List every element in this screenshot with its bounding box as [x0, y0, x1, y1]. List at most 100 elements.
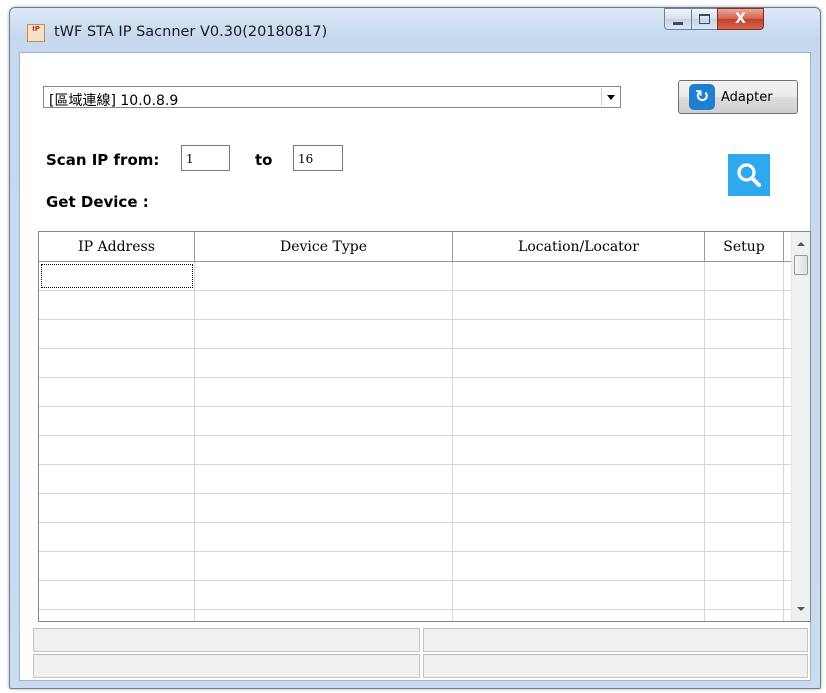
table-cell[interactable]	[453, 320, 705, 348]
column-header-ip-address[interactable]: IP Address	[39, 232, 195, 261]
table-cell[interactable]	[195, 378, 453, 406]
adapter-button-label: Adapter	[721, 89, 773, 105]
table-row[interactable]	[39, 581, 792, 610]
scan-to-label: to	[255, 151, 273, 169]
table-cell[interactable]	[39, 407, 195, 435]
scroll-thumb[interactable]	[794, 255, 808, 275]
search-button[interactable]	[728, 154, 770, 196]
status-panel	[33, 628, 420, 652]
table-cell[interactable]	[453, 610, 705, 621]
scan-to-input[interactable]: 16	[293, 145, 343, 171]
column-header-location[interactable]: Location/Locator	[453, 232, 705, 261]
table-row[interactable]	[39, 552, 792, 581]
table-cell[interactable]	[453, 494, 705, 522]
table-cell[interactable]	[39, 523, 195, 551]
vertical-scrollbar[interactable]	[791, 232, 810, 621]
table-cell[interactable]	[705, 262, 784, 290]
table-cell[interactable]	[705, 523, 784, 551]
table-cell[interactable]	[705, 320, 784, 348]
minimize-button[interactable]	[664, 8, 692, 30]
table-row[interactable]	[39, 291, 792, 320]
maximize-button[interactable]	[691, 8, 718, 30]
table-row[interactable]	[39, 407, 792, 436]
table-row[interactable]	[39, 349, 792, 378]
table-row[interactable]	[39, 465, 792, 494]
table-row[interactable]	[39, 610, 792, 621]
table-cell[interactable]	[195, 610, 453, 621]
search-icon	[737, 163, 761, 187]
arrow-down-icon	[797, 607, 805, 611]
table-cell[interactable]	[195, 262, 453, 290]
table-cell[interactable]	[453, 262, 705, 290]
table-row[interactable]	[39, 494, 792, 523]
adapter-dropdown-value: [區域連線] 10.0.8.9	[49, 93, 179, 109]
column-header-device-type[interactable]: Device Type	[195, 232, 453, 261]
table-body	[39, 262, 792, 621]
dropdown-button[interactable]	[601, 88, 619, 106]
table-cell[interactable]	[195, 523, 453, 551]
table-cell[interactable]	[453, 407, 705, 435]
table-cell[interactable]	[195, 407, 453, 435]
adapter-dropdown[interactable]: [區域連線] 10.0.8.9	[43, 86, 621, 109]
table-cell[interactable]	[453, 552, 705, 580]
table-cell[interactable]	[39, 581, 195, 609]
table-cell[interactable]	[39, 610, 195, 621]
table-cell[interactable]	[39, 320, 195, 348]
scroll-up-button[interactable]	[792, 235, 810, 253]
table-cell[interactable]	[453, 349, 705, 377]
table-cell[interactable]	[195, 552, 453, 580]
table-cell[interactable]	[705, 407, 784, 435]
status-bar-row-2	[33, 654, 808, 680]
table-cell[interactable]	[195, 291, 453, 319]
table-cell[interactable]	[39, 291, 195, 319]
table-row[interactable]	[39, 378, 792, 407]
table-cell[interactable]	[195, 320, 453, 348]
arrow-up-icon	[797, 242, 805, 246]
scroll-down-button[interactable]	[792, 600, 810, 618]
client-area: [區域連線] 10.0.8.9 ↻ Adapter Scan IP from: …	[19, 52, 811, 681]
device-table[interactable]: IP Address Device Type Location/Locator …	[38, 231, 811, 622]
table-cell[interactable]	[195, 349, 453, 377]
table-cell[interactable]	[39, 465, 195, 493]
table-cell[interactable]	[453, 291, 705, 319]
table-cell[interactable]	[453, 581, 705, 609]
table-cell[interactable]	[705, 378, 784, 406]
table-cell[interactable]	[705, 349, 784, 377]
table-cell[interactable]	[195, 581, 453, 609]
table-row[interactable]	[39, 262, 792, 291]
table-row[interactable]	[39, 320, 792, 349]
table-cell[interactable]	[705, 494, 784, 522]
table-cell[interactable]	[39, 378, 195, 406]
table-cell[interactable]	[453, 465, 705, 493]
app-icon[interactable]: IP	[27, 24, 45, 42]
status-panel	[33, 654, 420, 678]
table-cell[interactable]	[705, 465, 784, 493]
table-cell[interactable]	[705, 581, 784, 609]
main-window: IP tWF STA IP Sacnner V0.30(20180817) X …	[9, 7, 821, 689]
table-cell[interactable]	[39, 262, 195, 290]
table-cell[interactable]	[705, 436, 784, 464]
table-cell[interactable]	[453, 436, 705, 464]
table-cell[interactable]	[453, 378, 705, 406]
table-cell[interactable]	[39, 494, 195, 522]
table-cell[interactable]	[705, 552, 784, 580]
table-row[interactable]	[39, 436, 792, 465]
adapter-button[interactable]: ↻ Adapter	[678, 80, 798, 114]
scan-from-input[interactable]: 1	[181, 145, 230, 171]
minimize-icon	[673, 21, 683, 25]
close-button[interactable]: X	[717, 8, 764, 30]
table-cell[interactable]	[39, 349, 195, 377]
table-cell[interactable]	[195, 436, 453, 464]
table-cell[interactable]	[39, 436, 195, 464]
table-cell[interactable]	[705, 291, 784, 319]
table-cell[interactable]	[195, 465, 453, 493]
status-panel	[422, 628, 808, 652]
table-cell[interactable]	[453, 523, 705, 551]
table-cell[interactable]	[39, 552, 195, 580]
table-cell[interactable]	[705, 610, 784, 621]
table-row[interactable]	[39, 523, 792, 552]
title-bar[interactable]: IP tWF STA IP Sacnner V0.30(20180817) X	[10, 8, 820, 52]
column-header-setup[interactable]: Setup	[705, 232, 784, 261]
refresh-icon: ↻	[689, 84, 715, 110]
table-cell[interactable]	[195, 494, 453, 522]
